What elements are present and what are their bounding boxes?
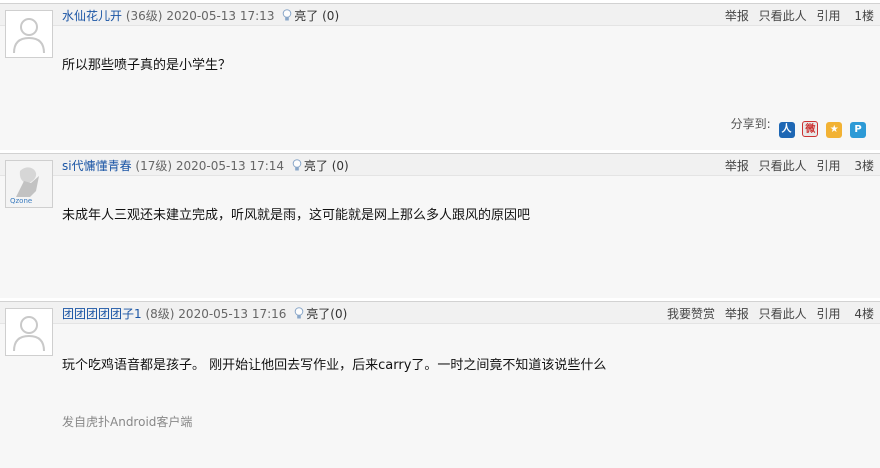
quote-link[interactable]: 引用 xyxy=(817,159,841,173)
only-this-user-link[interactable]: 只看此人 xyxy=(759,307,807,321)
post-content: 所以那些喷子真的是小学生？ xyxy=(62,58,232,73)
author-link[interactable]: 水仙花儿开 xyxy=(62,9,122,23)
light-button[interactable]: 亮了 xyxy=(304,159,328,173)
avatar[interactable] xyxy=(5,10,53,58)
lightbulb-icon[interactable] xyxy=(294,307,304,320)
floor-number: 3楼 xyxy=(854,159,874,173)
share-label: 分享到: xyxy=(730,117,771,131)
renren-icon[interactable]: 人 xyxy=(778,122,795,138)
tencent-weibo-icon[interactable]: P xyxy=(850,122,866,138)
report-link[interactable]: 举报 xyxy=(725,159,749,173)
floor-number: 4楼 xyxy=(854,307,874,321)
post-actions: 举报 只看此人 引用 1楼 xyxy=(719,8,874,24)
author-link[interactable]: 团团团团团子1 xyxy=(62,307,142,321)
post-meta: 水仙花儿开 (36级) 2020-05-13 17:13 亮了 (0) xyxy=(62,8,339,24)
post-time: 2020-05-13 17:13 xyxy=(166,9,275,23)
post-actions: 我要赞赏 举报 只看此人 引用 4楼 xyxy=(661,306,874,322)
avatar[interactable] xyxy=(5,308,53,356)
post-3: 团团团团团子1 (8级) 2020-05-13 17:16 亮了(0) 我要赞赏… xyxy=(0,301,880,468)
post-time: 2020-05-13 17:16 xyxy=(178,307,287,321)
report-link[interactable]: 举报 xyxy=(725,9,749,23)
default-user-icon xyxy=(6,309,52,355)
post-meta: si代慵懂青春 (17级) 2020-05-13 17:14 亮了 (0) xyxy=(62,158,349,174)
user-level: (17级) xyxy=(135,159,173,173)
light-count: (0) xyxy=(331,159,349,173)
post-meta: 团团团团团子1 (8级) 2020-05-13 17:16 亮了(0) xyxy=(62,306,347,322)
post-content: 玩个吃鸡语音都是孩子。 刚开始让他回去写作业，后来carry了。一时之间竟不知道… xyxy=(62,358,607,373)
default-user-icon xyxy=(6,11,52,57)
qzone-avatar-icon: Qzone xyxy=(6,161,52,207)
avatar[interactable]: Qzone xyxy=(5,160,53,208)
floor-number: 1楼 xyxy=(854,9,874,23)
qzone-icon[interactable]: ★ xyxy=(826,122,843,138)
avatar-text: Qzone xyxy=(10,197,32,205)
weibo-icon[interactable]: 微 xyxy=(802,121,819,137)
post-content: 未成年人三观还未建立完成，听风就是雨，这可能就是网上那么多人跟风的原因吧 xyxy=(62,208,531,223)
quote-link[interactable]: 引用 xyxy=(817,307,841,321)
light-count: (0) xyxy=(330,307,348,321)
author-link[interactable]: si代慵懂青春 xyxy=(62,159,132,173)
lightbulb-icon[interactable] xyxy=(292,159,302,172)
tip-link[interactable]: 我要赞赏 xyxy=(667,307,715,321)
only-this-user-link[interactable]: 只看此人 xyxy=(759,159,807,173)
post-time: 2020-05-13 17:14 xyxy=(175,159,285,173)
lightbulb-icon[interactable] xyxy=(282,9,292,22)
share-bar: 分享到: 人 微 ★ P xyxy=(730,115,866,138)
light-button[interactable]: 亮了 xyxy=(306,307,330,321)
light-button[interactable]: 亮了 xyxy=(294,9,318,23)
user-level: (36级) xyxy=(125,9,163,23)
post-actions: 举报 只看此人 引用 3楼 xyxy=(719,158,874,174)
quote-link[interactable]: 引用 xyxy=(817,9,841,23)
report-link[interactable]: 举报 xyxy=(725,307,749,321)
post-1: 水仙花儿开 (36级) 2020-05-13 17:13 亮了 (0) 举报 只… xyxy=(0,3,880,150)
user-level: (8级) xyxy=(145,307,175,321)
post-2: Qzone si代慵懂青春 (17级) 2020-05-13 17:14 亮了 … xyxy=(0,153,880,298)
light-count: (0) xyxy=(322,9,340,23)
only-this-user-link[interactable]: 只看此人 xyxy=(759,9,807,23)
client-source: 发自虎扑Android客户端 xyxy=(62,415,193,429)
